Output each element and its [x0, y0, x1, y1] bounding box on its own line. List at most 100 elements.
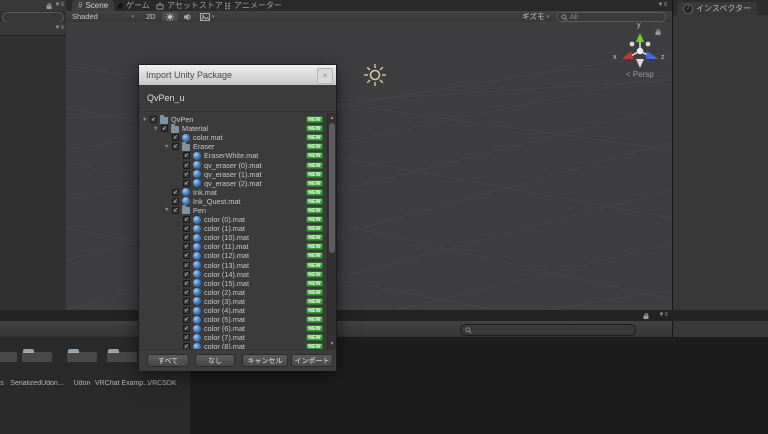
- foldout-caret-icon[interactable]: ▼: [142, 117, 150, 123]
- package-tree-row[interactable]: ✓color (4).matNEW: [139, 306, 336, 315]
- scene-audio-toggle[interactable]: [180, 11, 197, 22]
- package-tree-row[interactable]: ▼✓PenNEW: [139, 206, 336, 215]
- package-tree-row[interactable]: ✓color (0).matNEW: [139, 215, 336, 224]
- panel-menu-icon[interactable]: ▼≡: [55, 2, 64, 9]
- item-checkbox[interactable]: ✓: [183, 334, 190, 341]
- panel-menu-icon[interactable]: ▼≡: [55, 25, 64, 32]
- project-search-input[interactable]: [460, 324, 636, 336]
- package-tree-row[interactable]: ✓color (3).matNEW: [139, 297, 336, 306]
- package-tree-row[interactable]: ✓qv_eraser (0).matNEW: [139, 160, 336, 169]
- package-tree-row[interactable]: ✓color (2).matNEW: [139, 288, 336, 297]
- lock-icon[interactable]: [642, 312, 650, 320]
- package-tree-row[interactable]: ✓color (12).matNEW: [139, 251, 336, 260]
- select-all-button[interactable]: すべて: [147, 354, 189, 367]
- item-checkbox[interactable]: ✓: [172, 134, 179, 141]
- hierarchy-subheader: ▼≡: [0, 22, 66, 36]
- package-tree-row[interactable]: ▼✓MaterialNEW: [139, 124, 336, 133]
- scene-lighting-toggle[interactable]: [162, 12, 178, 21]
- package-tree-row[interactable]: ✓EraserWhite.matNEW: [139, 151, 336, 160]
- item-checkbox[interactable]: ✓: [183, 280, 190, 287]
- dialog-titlebar[interactable]: Import Unity Package ✕: [139, 65, 336, 85]
- lock-icon[interactable]: [654, 28, 662, 36]
- item-label: Material: [182, 124, 208, 133]
- tab-scene[interactable]: # Scene: [72, 0, 114, 11]
- new-badge: NEW: [306, 234, 323, 241]
- item-checkbox[interactable]: ✓: [172, 189, 179, 196]
- package-tree-row[interactable]: ✓color (8).matNEW: [139, 342, 336, 349]
- package-tree-row[interactable]: ✓color.matNEW: [139, 133, 336, 142]
- item-checkbox[interactable]: ✓: [172, 143, 179, 150]
- item-checkbox[interactable]: ✓: [183, 289, 190, 296]
- item-label: color (12).mat: [204, 251, 249, 260]
- scroll-down-icon[interactable]: ▼: [328, 340, 336, 348]
- item-checkbox[interactable]: ✓: [172, 207, 179, 214]
- item-label: Ink_Quest.mat: [193, 197, 240, 206]
- tab-game[interactable]: ゲーム: [110, 0, 156, 11]
- package-tree-row[interactable]: ✓color (6).matNEW: [139, 324, 336, 333]
- scrollbar[interactable]: ▲ ▼: [327, 113, 336, 349]
- close-button[interactable]: ✕: [317, 68, 333, 84]
- item-checkbox[interactable]: ✓: [183, 180, 190, 187]
- item-checkbox[interactable]: ✓: [161, 125, 168, 132]
- import-button[interactable]: インポート: [291, 354, 333, 367]
- item-checkbox[interactable]: ✓: [150, 116, 157, 123]
- item-checkbox[interactable]: ✓: [183, 152, 190, 159]
- package-tree-row[interactable]: ✓color (13).matNEW: [139, 261, 336, 270]
- package-tree-row[interactable]: ✓ color (1).mat NEW: [139, 224, 336, 233]
- item-checkbox[interactable]: ✓: [183, 262, 190, 269]
- package-tree-row[interactable]: ✓color (10).matNEW: [139, 233, 336, 242]
- package-tree-row[interactable]: ✓qv_eraser (2).matNEW: [139, 179, 336, 188]
- item-checkbox[interactable]: ✓: [183, 252, 190, 259]
- item-checkbox[interactable]: ✓: [183, 225, 190, 232]
- projection-toggle[interactable]: < Persp: [626, 70, 654, 79]
- item-checkbox[interactable]: ✓: [183, 298, 190, 305]
- material-icon: [193, 170, 201, 178]
- item-checkbox[interactable]: ✓: [183, 325, 190, 332]
- material-icon: [193, 252, 201, 260]
- package-tree-row[interactable]: ✓qv_eraser (1).matNEW: [139, 170, 336, 179]
- foldout-caret-icon[interactable]: ▼: [153, 126, 161, 132]
- new-badge: NEW: [306, 334, 323, 341]
- item-checkbox[interactable]: ✓: [183, 243, 190, 250]
- package-tree-row[interactable]: ✓color (7).matNEW: [139, 333, 336, 342]
- gizmos-dropdown[interactable]: ギズモ ▾: [518, 11, 553, 22]
- 2d-toggle[interactable]: 2D: [142, 11, 160, 22]
- item-checkbox[interactable]: ✓: [183, 171, 190, 178]
- foldout-caret-icon[interactable]: ▼: [164, 207, 172, 213]
- item-checkbox[interactable]: ✓: [183, 271, 190, 278]
- package-tree-row[interactable]: ✓color (15).matNEW: [139, 279, 336, 288]
- item-checkbox[interactable]: ✓: [183, 316, 190, 323]
- new-badge: NEW: [306, 262, 323, 269]
- material-icon: [182, 188, 190, 196]
- lock-icon[interactable]: [45, 2, 53, 10]
- directional-light-gizmo[interactable]: [362, 62, 388, 88]
- tab-animator[interactable]: アニメーター: [218, 0, 288, 11]
- scroll-up-icon[interactable]: ▲: [328, 114, 336, 122]
- package-tree-row[interactable]: ✓color (11).matNEW: [139, 242, 336, 251]
- package-tree-row[interactable]: ✓color (14).matNEW: [139, 270, 336, 279]
- item-checkbox[interactable]: ✓: [183, 307, 190, 314]
- item-checkbox[interactable]: ✓: [183, 216, 190, 223]
- scrollbar-thumb[interactable]: [329, 123, 335, 253]
- item-checkbox[interactable]: ✓: [183, 162, 190, 169]
- new-badge: NEW: [306, 225, 323, 232]
- item-label: color (0).mat: [204, 215, 245, 224]
- package-tree-row[interactable]: ▼✓QvPenNEW: [139, 115, 336, 124]
- shading-mode-dropdown[interactable]: Shaded ▾: [68, 11, 138, 22]
- panel-menu-icon[interactable]: ▼≡: [658, 2, 667, 9]
- scene-search-input[interactable]: All: [556, 12, 666, 22]
- cancel-button[interactable]: キャンセル: [242, 354, 288, 367]
- select-none-button[interactable]: なし: [195, 354, 235, 367]
- package-tree-row[interactable]: ▼✓EraserNEW: [139, 142, 336, 151]
- panel-menu-icon[interactable]: ▼≡: [659, 312, 668, 319]
- item-checkbox[interactable]: ✓: [172, 198, 179, 205]
- item-checkbox[interactable]: ✓: [183, 234, 190, 241]
- package-tree-row[interactable]: ✓color (5).matNEW: [139, 315, 336, 324]
- axis-y-label: y: [637, 22, 641, 29]
- tab-inspector[interactable]: i インスペクター: [677, 2, 757, 15]
- scene-effects-dropdown[interactable]: ▾: [196, 11, 219, 22]
- package-tree-row[interactable]: ✓Ink_Quest.matNEW: [139, 197, 336, 206]
- foldout-caret-icon[interactable]: ▼: [164, 144, 172, 150]
- package-tree-row[interactable]: ✓Ink.matNEW: [139, 188, 336, 197]
- item-label: color (1).mat: [204, 224, 245, 233]
